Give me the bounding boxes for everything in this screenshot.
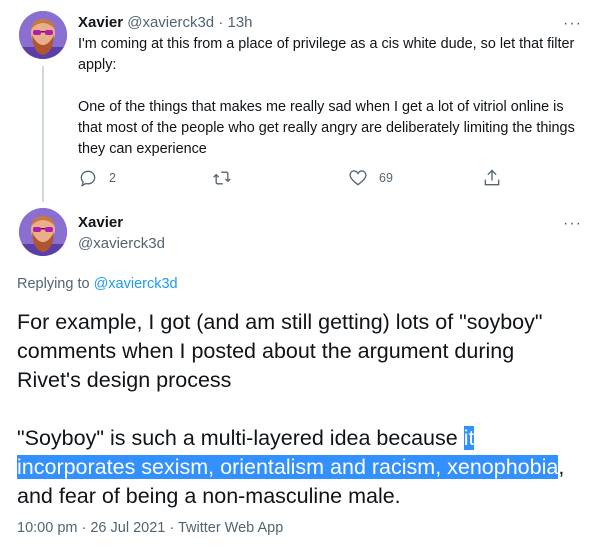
replying-to-link[interactable]: @xavierck3d [94,276,178,292]
avatar[interactable] [19,208,67,256]
tweet1-paragraph: One of the things that makes me really s… [78,99,575,157]
tweet2-paragraph: "Soyboy" is such a multi-layered idea be… [17,424,583,511]
tweet2-paragraph: For example, I got (and am still getting… [17,310,543,392]
tweet2-more-icon[interactable]: ··· [563,216,582,232]
tweet1-paragraph: I'm coming at this from a place of privi… [78,36,575,73]
avatar[interactable] [19,11,67,59]
tweet1-separator: · [218,14,224,31]
tweet1-header: Xavier @xavierck3d · 13h [78,13,253,33]
thread-connector-line [42,66,44,202]
retweet-button[interactable] [212,166,243,190]
tweet1-time[interactable]: 13h [228,14,253,31]
like-button[interactable]: 69 [348,166,393,190]
tweet2-timestamp[interactable]: 10:00 pm · 26 Jul 2021 · Twitter Web App [17,518,283,538]
reply-icon [80,170,96,187]
tweet2-text-before-selection: "Soyboy" is such a multi-layered idea be… [17,426,464,450]
replying-to: Replying to @xavierck3d [17,274,178,294]
reply-count: 2 [109,171,116,185]
tweet1-more-icon[interactable]: ··· [563,16,582,32]
reply-button[interactable]: 2 [78,166,116,190]
tweet1-author-name[interactable]: Xavier [78,14,123,31]
avatar-image [19,208,67,256]
tweet1-action-bar: 2 69 [76,166,516,190]
tweet2-author-handle[interactable]: @xavierck3d [78,234,165,254]
share-icon [484,169,500,186]
tweet1-author-handle[interactable]: @xavierck3d [127,14,214,31]
tweet2-text: For example, I got (and am still getting… [17,308,583,511]
heart-icon [349,170,367,186]
replying-to-label: Replying to [17,276,90,292]
tweet2-author-name[interactable]: Xavier [78,213,123,233]
share-button[interactable] [482,166,502,190]
retweet-icon [213,171,231,185]
tweet1-text: I'm coming at this from a place of privi… [78,34,584,160]
like-count: 69 [379,171,393,185]
avatar-image [19,11,67,59]
